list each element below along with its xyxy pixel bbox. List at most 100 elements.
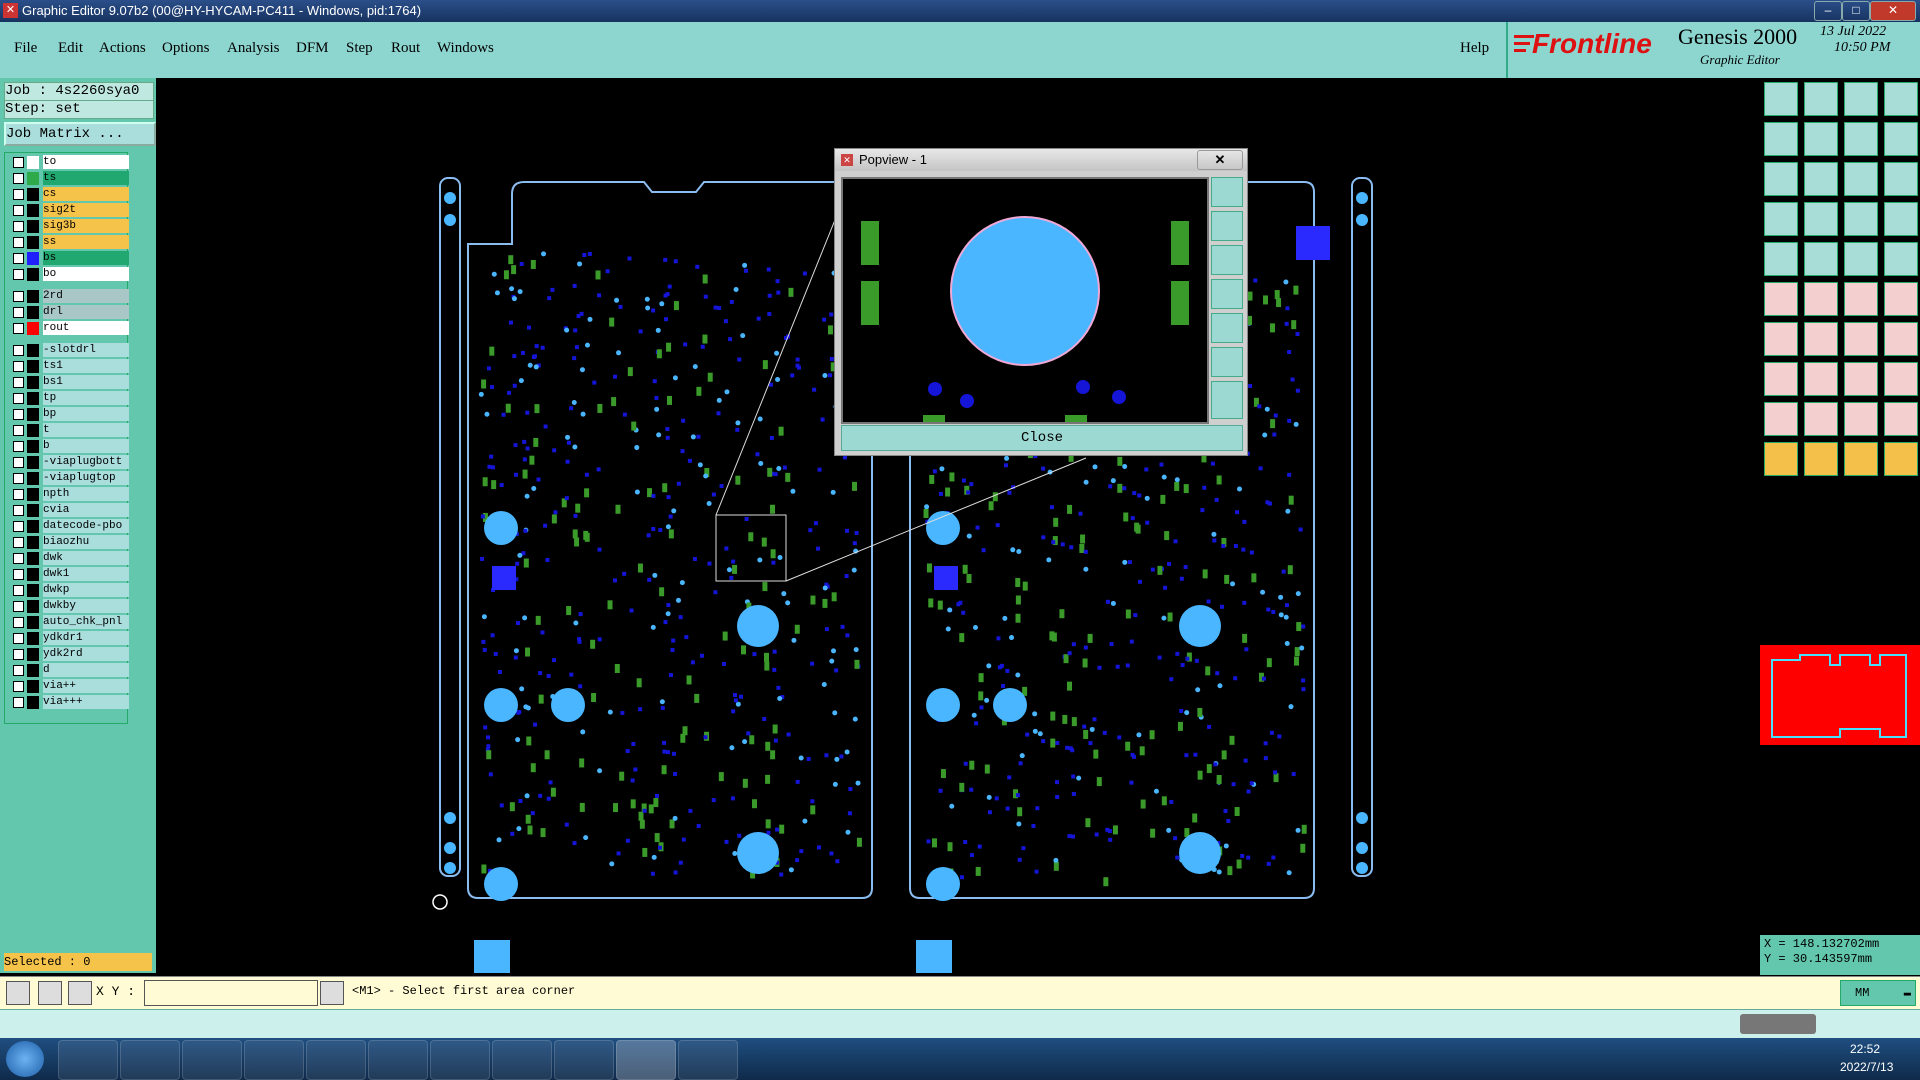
area-select-icon[interactable] [6,981,30,1005]
layer-name[interactable]: auto_chk_pnl [43,615,129,629]
layer-row[interactable]: auto_chk_pnl [7,615,129,630]
layer-row[interactable]: t [7,423,129,438]
layer-name[interactable]: -slotdrl [43,343,129,357]
taskbar-app-shell-icon[interactable] [58,1040,118,1080]
layer-name[interactable]: via++ [43,679,129,693]
layer-row[interactable]: datecode-pbo [7,519,129,534]
taskbar-app-genesis2-icon[interactable] [678,1040,738,1080]
layer-color-swatch[interactable] [27,632,39,645]
tool-undo-icon[interactable] [1764,122,1798,156]
layer-color-swatch[interactable] [27,268,39,281]
layer-name[interactable]: sig3b [43,219,129,233]
layer-color-swatch[interactable] [27,360,39,373]
layer-checkbox[interactable] [13,291,24,302]
layer-color-swatch[interactable] [27,322,39,335]
taskbar-app-graphic-editor-icon[interactable] [616,1040,676,1080]
layer-color-swatch[interactable] [27,584,39,597]
tool-arc-icon[interactable] [1844,322,1878,356]
layer-checkbox[interactable] [13,553,24,564]
layer-color-swatch[interactable] [27,616,39,629]
layer-row[interactable]: ss [7,235,129,250]
layer-row[interactable]: to [7,155,129,170]
layer-color-swatch[interactable] [27,520,39,533]
layer-name[interactable]: bo [43,267,129,281]
tool-layout-icon[interactable] [1884,82,1918,116]
layer-checkbox[interactable] [13,521,24,532]
tool-connect-icon[interactable] [1844,282,1878,316]
layer-row[interactable]: 2rd [7,289,129,304]
popview-close-icon[interactable]: ✕ [1197,150,1243,170]
layer-checkbox[interactable] [13,649,24,660]
layer-name[interactable]: datecode-pbo [43,519,129,533]
layer-color-swatch[interactable] [27,204,39,217]
tool-mirror-icon[interactable] [1884,122,1918,156]
tool-pad-icon[interactable] [1764,242,1798,276]
layer-name[interactable]: ts [43,171,129,185]
menu-help[interactable]: Help [1460,40,1489,57]
layer-color-swatch[interactable] [27,392,39,405]
popview-fit-button[interactable] [1211,347,1243,377]
layer-color-swatch[interactable] [27,696,39,709]
layer-row[interactable]: rout [7,321,129,336]
tool-load-icon[interactable] [1764,82,1798,116]
tool-rotate-icon[interactable] [1844,122,1878,156]
layer-checkbox[interactable] [13,157,24,168]
layer-row[interactable]: via+++ [7,695,129,710]
layer-name[interactable]: sig2t [43,203,129,217]
layer-color-swatch[interactable] [27,188,39,201]
layer-name[interactable]: drl [43,305,129,319]
layer-color-swatch[interactable] [27,440,39,453]
layer-name[interactable]: 2rd [43,289,129,303]
layer-name[interactable]: npth [43,487,129,501]
tool-scale-icon[interactable] [1844,162,1878,196]
layer-row[interactable]: npth [7,487,129,502]
layer-row[interactable]: sig2t [7,203,129,218]
layer-name[interactable]: cs [43,187,129,201]
tool-pointer4-icon[interactable] [1884,442,1918,476]
layer-color-swatch[interactable] [27,552,39,565]
menu-file[interactable]: File [14,40,37,57]
layer-name[interactable]: tp [43,391,129,405]
tool-grid-icon[interactable] [1804,202,1838,236]
layer-checkbox[interactable] [13,323,24,334]
layer-checkbox[interactable] [13,269,24,280]
units-selector[interactable]: MM ▬ [1840,980,1916,1006]
tool-help-icon[interactable] [1884,162,1918,196]
tool-text-d-icon[interactable] [1884,402,1918,436]
tool-eye-icon[interactable] [1764,202,1798,236]
popview-zoom-in-button[interactable] [1211,177,1243,207]
layer-row[interactable]: -viaplugtop [7,471,129,486]
layer-row[interactable]: bs [7,251,129,266]
layer-color-swatch[interactable] [27,306,39,319]
tool-redo-icon[interactable] [1804,122,1838,156]
layer-checkbox[interactable] [13,189,24,200]
layer-row[interactable]: dwkp [7,583,129,598]
layer-name[interactable]: -viaplugbott [43,455,129,469]
layer-checkbox[interactable] [13,441,24,452]
layer-color-swatch[interactable] [27,456,39,469]
tool-trim-icon[interactable] [1804,362,1838,396]
tool-text-a-icon[interactable] [1804,402,1838,436]
layer-row[interactable]: biaozhu [7,535,129,550]
layer-color-swatch[interactable] [27,220,39,233]
layer-name[interactable]: via+++ [43,695,129,709]
layer-row[interactable]: bs1 [7,375,129,390]
tool-select-icon[interactable] [1804,242,1838,276]
tool-fit-icon[interactable] [1764,162,1798,196]
tool-save-icon[interactable] [1804,82,1838,116]
layer-name[interactable]: ss [43,235,129,249]
layer-checkbox[interactable] [13,505,24,516]
layer-checkbox[interactable] [13,681,24,692]
status-indicator-icon[interactable] [1740,1014,1816,1034]
layer-color-swatch[interactable] [27,172,39,185]
layer-name[interactable]: b [43,439,129,453]
tool-text-c-icon[interactable] [1844,402,1878,436]
layer-color-swatch[interactable] [27,504,39,517]
layer-row[interactable]: cvia [7,503,129,518]
layer-color-swatch[interactable] [27,156,39,169]
layer-name[interactable]: cvia [43,503,129,517]
layer-checkbox[interactable] [13,601,24,612]
layer-checkbox[interactable] [13,173,24,184]
tool-pointer-icon[interactable] [1764,442,1798,476]
menu-windows[interactable]: Windows [437,40,494,57]
